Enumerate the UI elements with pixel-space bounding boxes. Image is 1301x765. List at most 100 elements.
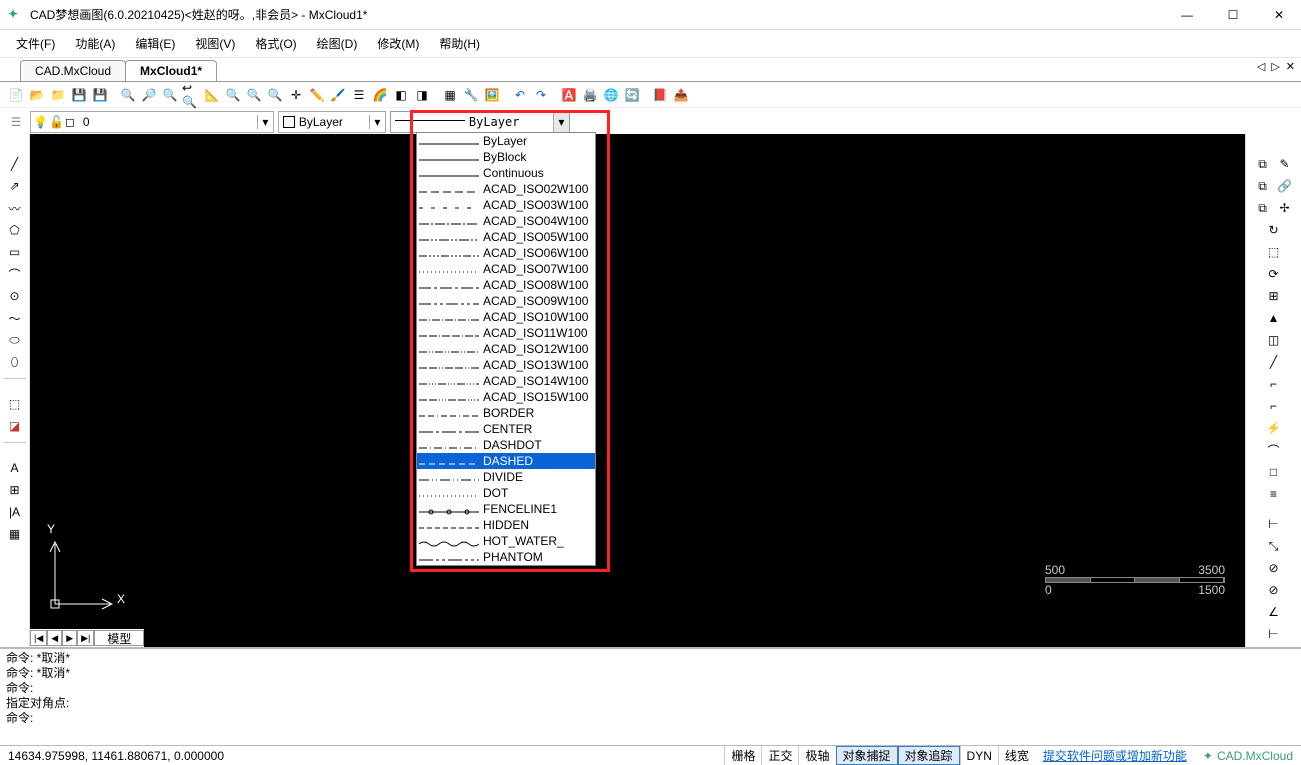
linetype-option-phantom[interactable]: PHANTOM xyxy=(417,549,595,565)
layer-combo[interactable]: 💡 🔓 ◻ 0 ▾ xyxy=(30,111,274,133)
make-block-icon[interactable]: ◪ xyxy=(5,416,25,436)
maximize-button[interactable]: ☐ xyxy=(1219,5,1247,25)
edit2-icon[interactable]: ✎ xyxy=(1275,154,1295,174)
stretch-icon[interactable]: ╱ xyxy=(1264,352,1284,372)
menu-draw[interactable]: 绘图(D) xyxy=(309,31,366,56)
menu-view[interactable]: 视图(V) xyxy=(187,31,243,56)
linetype-option-center[interactable]: CENTER xyxy=(417,421,595,437)
dim-angular-icon[interactable]: ∠ xyxy=(1264,602,1284,622)
paste-icon[interactable]: ⧉ xyxy=(1253,198,1273,218)
zoom-all-icon[interactable]: 🔍 xyxy=(265,85,285,105)
linetype-option-fenceline1[interactable]: FENCELINE1 xyxy=(417,501,595,517)
move2-icon[interactable]: ✢ xyxy=(1275,198,1295,218)
dim-linear-icon[interactable]: ⊢ xyxy=(1264,514,1284,534)
polyline-icon[interactable]: 〰 xyxy=(5,198,25,218)
menu-edit[interactable]: 编辑(E) xyxy=(127,31,183,56)
menu-modify[interactable]: 修改(M) xyxy=(369,31,427,56)
linetype-option-bylayer[interactable]: ByLayer xyxy=(417,133,595,149)
dim-radius-icon[interactable]: ⊘ xyxy=(1264,558,1284,578)
color-combo-arrow[interactable]: ▾ xyxy=(369,115,385,129)
linetype-option-dashdot[interactable]: DASHDOT xyxy=(417,437,595,453)
tab-close-icon[interactable]: ✕ xyxy=(1284,60,1297,73)
tab-next-icon[interactable]: ▷ xyxy=(1269,60,1281,73)
rotate-icon[interactable]: ↻ xyxy=(1264,220,1284,240)
layer-stack-icon[interactable]: ☰ xyxy=(6,112,26,132)
feedback-link[interactable]: 提交软件问题或增加新功能 xyxy=(1035,747,1195,764)
linetype-option-border[interactable]: BORDER xyxy=(417,405,595,421)
fillet-icon[interactable]: ⌒ xyxy=(1264,440,1284,460)
linetype-option-acad_iso07w100[interactable]: ACAD_ISO07W100 xyxy=(417,261,595,277)
block-icon[interactable]: ◧ xyxy=(391,85,411,105)
model-tab-label[interactable]: 模型 xyxy=(94,630,144,646)
open-cloud-icon[interactable]: 📁 xyxy=(48,85,68,105)
menu-help[interactable]: 帮助(H) xyxy=(431,31,488,56)
linetype-option-dashed[interactable]: DASHED xyxy=(417,453,595,469)
mtext-icon[interactable]: ⊞ xyxy=(5,480,25,500)
menu-format[interactable]: 格式(O) xyxy=(247,31,304,56)
model-tab-first-icon[interactable]: |◀ xyxy=(30,630,47,646)
select-window-icon[interactable]: ⬚ xyxy=(1264,242,1284,262)
linetype-option-byblock[interactable]: ByBlock xyxy=(417,149,595,165)
snap-grid-button[interactable]: 栅格 xyxy=(724,746,761,765)
close-button[interactable]: ✕ xyxy=(1265,5,1293,25)
linetype-option-continuous[interactable]: Continuous xyxy=(417,165,595,181)
mirror-icon[interactable]: ▲ xyxy=(1264,308,1284,328)
tab-prev-icon[interactable]: ◁ xyxy=(1255,60,1267,73)
dim-aligned-icon[interactable]: ⤡ xyxy=(1264,536,1284,556)
linetype-option-hot_water_[interactable]: HOT_WATER_ xyxy=(417,533,595,549)
rectangle-icon[interactable]: ▭ xyxy=(5,242,25,262)
linetype-option-acad_iso12w100[interactable]: ACAD_ISO12W100 xyxy=(417,341,595,357)
osnap-button[interactable]: 对象捕捉 xyxy=(836,746,898,765)
drawing-canvas[interactable]: Y X 500 3500 0 1500 xyxy=(30,134,1245,647)
redo-icon[interactable]: ↷ xyxy=(531,85,551,105)
command-line[interactable]: 命令: *取消* 命令: *取消* 命令: 指定对角点: 命令: xyxy=(0,647,1301,745)
zoom-real-icon[interactable]: 🔍 xyxy=(223,85,243,105)
copy-icon[interactable]: ⧉ xyxy=(1253,154,1273,174)
offset-icon[interactable]: ⟳ xyxy=(1264,264,1284,284)
trim-icon[interactable]: ⌐ xyxy=(1264,374,1284,394)
undo-icon[interactable]: ↶ xyxy=(510,85,530,105)
otrack-button[interactable]: 对象追踪 xyxy=(898,746,960,765)
line-icon[interactable]: ╱ xyxy=(5,154,25,174)
image-icon[interactable]: 🖼️ xyxy=(482,85,502,105)
linetype-combo[interactable]: ByLayer ▾ xyxy=(390,111,570,133)
linetype-option-acad_iso04w100[interactable]: ACAD_ISO04W100 xyxy=(417,213,595,229)
linetype-combo-arrow[interactable]: ▾ xyxy=(553,112,569,132)
zoom-prev-icon[interactable]: ↩🔍 xyxy=(181,85,201,105)
linetype-option-acad_iso10w100[interactable]: ACAD_ISO10W100 xyxy=(417,309,595,325)
saveas-icon[interactable]: 💾 xyxy=(90,85,110,105)
zoom-in-icon[interactable]: 🔎 xyxy=(139,85,159,105)
layers-icon[interactable]: ☰ xyxy=(349,85,369,105)
tool-a-icon[interactable]: 🅰️ xyxy=(559,85,579,105)
linetype-option-divide[interactable]: DIVIDE xyxy=(417,469,595,485)
block2-icon[interactable]: ◨ xyxy=(412,85,432,105)
layer-combo-arrow[interactable]: ▾ xyxy=(257,115,273,129)
save-icon[interactable]: 💾 xyxy=(69,85,89,105)
minimize-button[interactable]: — xyxy=(1173,5,1201,25)
linetype-option-acad_iso15w100[interactable]: ACAD_ISO15W100 xyxy=(417,389,595,405)
ellipse-arc-icon[interactable]: ⬯ xyxy=(5,352,25,372)
text-icon[interactable]: A xyxy=(5,458,25,478)
linetype-option-acad_iso06w100[interactable]: ACAD_ISO06W100 xyxy=(417,245,595,261)
edit-icon[interactable]: ✏️ xyxy=(307,85,327,105)
lweight-button[interactable]: 线宽 xyxy=(998,746,1035,765)
extend-icon[interactable]: ⌐ xyxy=(1264,396,1284,416)
polygon-icon[interactable]: ⬠ xyxy=(5,220,25,240)
linetype-option-acad_iso11w100[interactable]: ACAD_ISO11W100 xyxy=(417,325,595,341)
gradient-icon[interactable]: 🌈 xyxy=(370,85,390,105)
filter-icon[interactable]: 🔧 xyxy=(461,85,481,105)
dim-misc-icon[interactable]: ⊢ xyxy=(1264,624,1284,644)
tab-cad-mxcloud[interactable]: CAD.MxCloud xyxy=(20,60,126,81)
explode-icon[interactable]: ≡ xyxy=(1264,484,1284,504)
insert-block-icon[interactable]: ⬚ xyxy=(5,394,25,414)
dim-diameter-icon[interactable]: ⊘ xyxy=(1264,580,1284,600)
hatch-tool-icon[interactable]: ▦ xyxy=(5,524,25,544)
xline-icon[interactable]: ⇗ xyxy=(5,176,25,196)
color-combo[interactable]: ByLayer ▾ xyxy=(278,111,386,133)
chamfer-icon[interactable]: □ xyxy=(1264,462,1284,482)
link-icon[interactable]: 🔗 xyxy=(1275,176,1295,196)
open-icon[interactable]: 📂 xyxy=(27,85,47,105)
circle-icon[interactable]: ⊙ xyxy=(5,286,25,306)
linetype-option-acad_iso03w100[interactable]: ACAD_ISO03W100 xyxy=(417,197,595,213)
model-tab-next-icon[interactable]: ▶ xyxy=(62,630,77,646)
